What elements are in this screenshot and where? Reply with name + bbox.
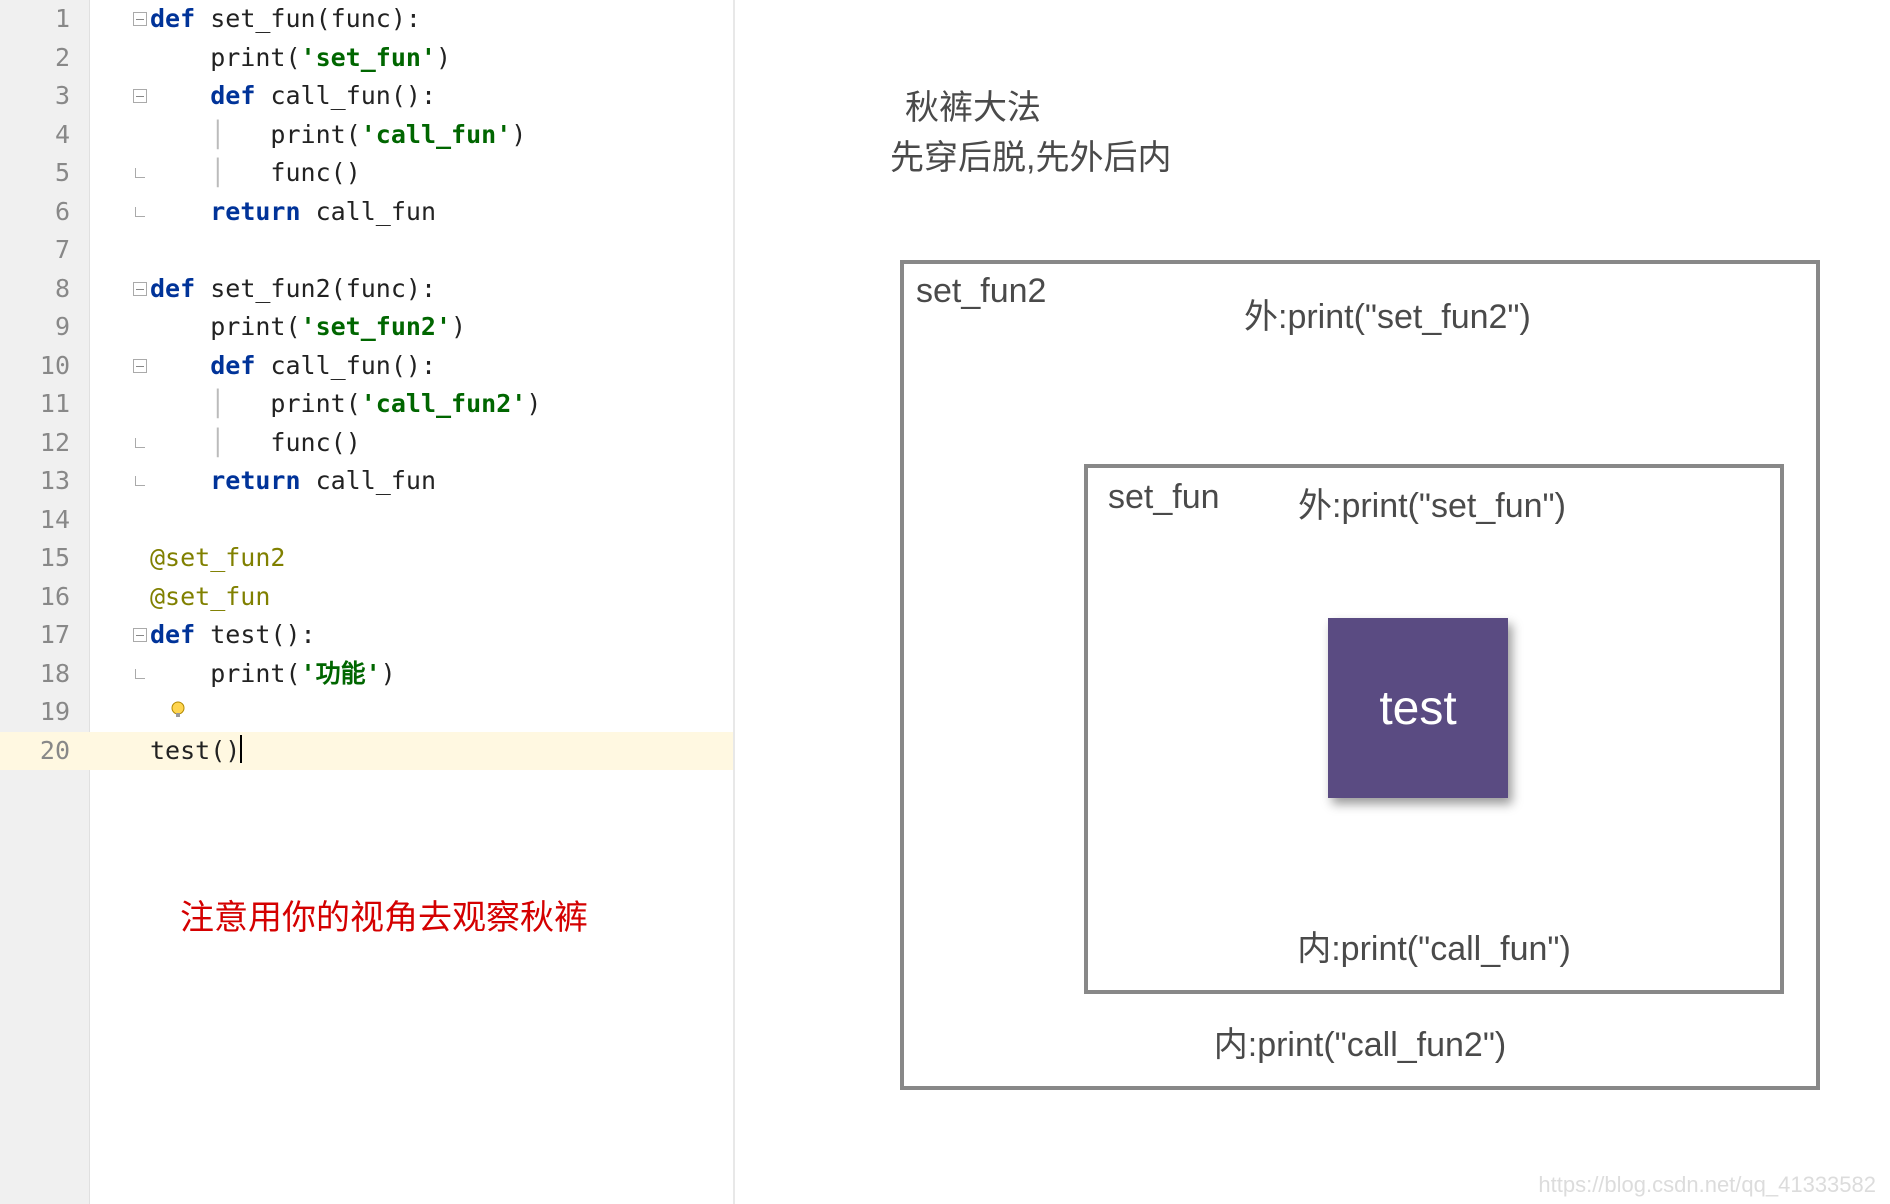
fold-icon[interactable] (130, 424, 150, 463)
code-text[interactable]: return call_fun (150, 462, 436, 501)
qk-sub: 先穿后脱,先外后内 (890, 130, 1171, 179)
code-text[interactable]: test() (150, 732, 242, 771)
code-line[interactable]: 8 def set_fun2(func): (0, 270, 733, 309)
line-number: 5 (0, 154, 70, 193)
inner-box-label: set_fun (1108, 478, 1220, 517)
code-line[interactable]: 4 │ print('call_fun') (0, 116, 733, 155)
code-line[interactable]: 10 def call_fun(): (0, 347, 733, 386)
line-number: 4 (0, 116, 70, 155)
inner-box: set_fun 外:print("set_fun") test 内:print(… (1084, 464, 1784, 994)
code-text[interactable]: print('set_fun') (150, 39, 451, 78)
fold-icon[interactable] (130, 0, 150, 39)
code-editor[interactable]: 1def set_fun(func):2 print('set_fun')3 d… (0, 0, 735, 1204)
line-number: 1 (0, 0, 70, 39)
code-text[interactable]: def set_fun2(func): (150, 270, 436, 309)
code-line[interactable]: 13 return call_fun (0, 462, 733, 501)
inner-box-right-text: 外:print("set_fun") (1298, 478, 1566, 527)
line-number: 18 (0, 655, 70, 694)
line-number: 20 (0, 732, 70, 771)
code-line[interactable]: 5 │ func() (0, 154, 733, 193)
code-text[interactable]: def call_fun(): (150, 347, 436, 386)
code-line[interactable]: 17 def test(): (0, 616, 733, 655)
outer-box-label: set_fun2 (916, 272, 1046, 311)
code-line[interactable]: 20 test() (0, 732, 733, 771)
watermark: https://blog.csdn.net/qq_41333582 (1538, 1172, 1876, 1198)
line-number: 19 (0, 693, 70, 732)
code-text[interactable]: @set_fun (150, 578, 270, 617)
code-text[interactable]: @set_fun2 (150, 539, 285, 578)
line-number: 2 (0, 39, 70, 78)
line-number: 11 (0, 385, 70, 424)
fold-icon[interactable] (130, 347, 150, 386)
line-number: 17 (0, 616, 70, 655)
outer-box-bottom-text: 内:print("call_fun2") (904, 1017, 1816, 1066)
code-line[interactable]: 3 def call_fun(): (0, 77, 733, 116)
fold-icon[interactable] (130, 655, 150, 694)
fold-icon[interactable] (130, 616, 150, 655)
qk-title: 秋裤大法 (905, 80, 1041, 129)
code-line[interactable]: 6 return call_fun (0, 193, 733, 232)
text-cursor (240, 735, 242, 763)
code-text[interactable]: print('功能') (150, 655, 396, 694)
code-text[interactable]: │ func() (150, 154, 361, 193)
test-block: test (1328, 618, 1508, 798)
line-number: 10 (0, 347, 70, 386)
code-line[interactable]: 16 @set_fun (0, 578, 733, 617)
test-block-label: test (1379, 681, 1456, 736)
fold-icon[interactable] (130, 154, 150, 193)
fold-icon[interactable] (130, 308, 150, 347)
line-number: 14 (0, 501, 70, 540)
line-number: 6 (0, 193, 70, 232)
line-number: 12 (0, 424, 70, 463)
fold-icon[interactable] (130, 732, 150, 771)
code-line[interactable]: 18 print('功能') (0, 655, 733, 694)
code-text[interactable]: def test(): (150, 616, 316, 655)
line-number: 15 (0, 539, 70, 578)
hint-bulb-icon[interactable] (168, 693, 188, 732)
code-text[interactable]: def call_fun(): (150, 77, 436, 116)
line-number: 3 (0, 77, 70, 116)
fold-icon[interactable] (130, 578, 150, 617)
code-text[interactable]: def set_fun(func): (150, 0, 421, 39)
code-text[interactable]: │ print('call_fun') (150, 116, 526, 155)
code-text[interactable]: print('set_fun2') (150, 308, 466, 347)
fold-icon[interactable] (130, 193, 150, 232)
red-note: 注意用你的视角去观察秋裤 (180, 890, 588, 939)
fold-icon[interactable] (130, 270, 150, 309)
outer-box-right-text: 外:print("set_fun2") (1244, 289, 1531, 338)
code-line[interactable]: 15 @set_fun2 (0, 539, 733, 578)
fold-icon[interactable] (130, 501, 150, 540)
fold-icon[interactable] (130, 462, 150, 501)
code-line[interactable]: 2 print('set_fun') (0, 39, 733, 78)
fold-icon[interactable] (130, 39, 150, 78)
fold-icon[interactable] (130, 231, 150, 270)
fold-icon[interactable] (130, 539, 150, 578)
line-number: 13 (0, 462, 70, 501)
line-number: 7 (0, 231, 70, 270)
code-line[interactable]: 7 (0, 231, 733, 270)
code-line[interactable]: 11 │ print('call_fun2') (0, 385, 733, 424)
fold-icon[interactable] (130, 693, 150, 732)
inner-box-bottom-text: 内:print("call_fun") (1088, 921, 1780, 970)
code-text[interactable]: │ func() (150, 424, 361, 463)
code-text[interactable]: │ print('call_fun2') (150, 385, 541, 424)
fold-icon[interactable] (130, 77, 150, 116)
line-number: 9 (0, 308, 70, 347)
code-line[interactable]: 9 print('set_fun2') (0, 308, 733, 347)
code-text[interactable]: return call_fun (150, 193, 436, 232)
fold-icon[interactable] (130, 116, 150, 155)
code-line[interactable]: 19 (0, 693, 733, 732)
code-line[interactable]: 14 (0, 501, 733, 540)
code-line[interactable]: 12 │ func() (0, 424, 733, 463)
line-number: 16 (0, 578, 70, 617)
outer-box: set_fun2 外:print("set_fun2") set_fun 外:p… (900, 260, 1820, 1090)
code-line[interactable]: 1 def set_fun(func): (0, 0, 733, 39)
fold-icon[interactable] (130, 385, 150, 424)
line-number: 8 (0, 270, 70, 309)
